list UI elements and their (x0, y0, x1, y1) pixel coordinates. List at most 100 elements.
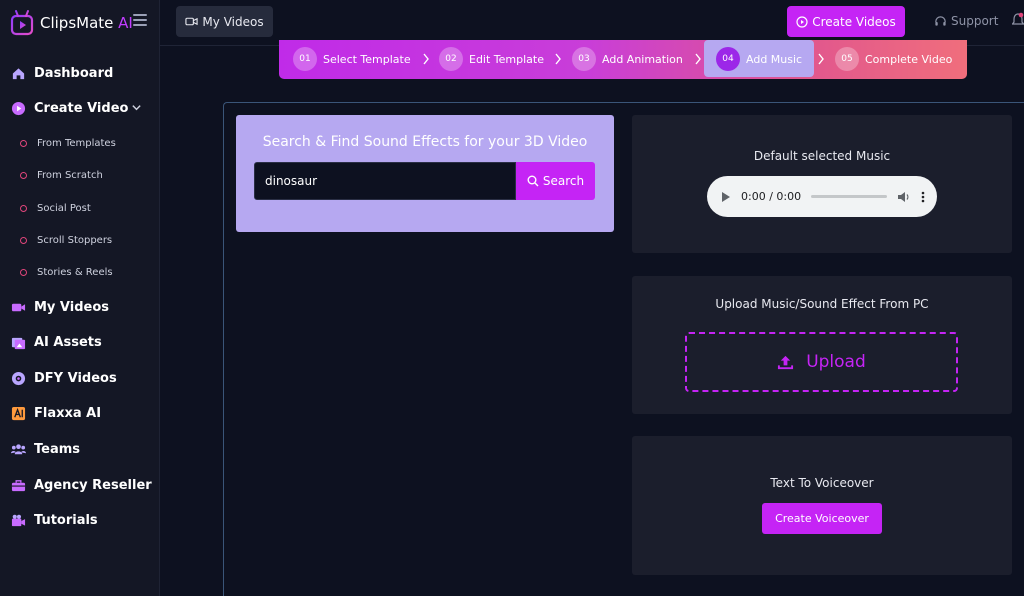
chevron-right-icon (555, 53, 561, 65)
play-circle-icon (796, 15, 808, 28)
sidebar-subitem-label: Social Post (37, 203, 91, 214)
create-voiceover-button[interactable]: Create Voiceover (762, 503, 882, 534)
bullet-icon (20, 269, 27, 276)
more-options-icon[interactable] (921, 191, 925, 203)
step-label: Edit Template (469, 52, 544, 66)
sidebar-subitem-stories-reels[interactable]: Stories & Reels (20, 267, 113, 278)
sidebar-subitem-label: From Scratch (37, 170, 103, 181)
default-music-title: Default selected Music (753, 149, 891, 163)
video-camera-icon (185, 17, 199, 26)
headset-icon (935, 15, 946, 26)
sidebar-item-label: Flaxxa AI (34, 406, 102, 421)
assets-icon (11, 337, 26, 350)
upload-label: Upload (806, 352, 866, 372)
step-add-animation[interactable]: 03 Add Animation (572, 47, 683, 71)
chevron-down-icon (132, 105, 141, 111)
home-icon (12, 68, 25, 80)
sidebar-item-label: Tutorials (34, 513, 98, 528)
audio-time: 0:00 / 0:00 (741, 190, 802, 203)
tutorials-icon (11, 514, 26, 527)
audio-seek-bar[interactable] (811, 195, 887, 198)
sidebar-item-label: DFY Videos (34, 371, 117, 386)
search-button[interactable]: Search (516, 162, 595, 200)
sidebar-item-agency-reseller[interactable]: Agency Reseller (11, 478, 152, 493)
sidebar-subitem-social-post[interactable]: Social Post (20, 203, 91, 214)
sidebar-item-teams[interactable]: Teams (11, 442, 80, 457)
sidebar: ClipsMate AI Dashboard Create Video From… (0, 0, 160, 596)
volume-icon[interactable] (897, 191, 911, 203)
step-number: 01 (293, 47, 317, 71)
play-circle-icon (11, 101, 26, 116)
voiceover-card: Text To Voiceover Create Voiceover (632, 436, 1012, 575)
sidebar-item-label: Teams (34, 442, 81, 457)
sidebar-subitem-scroll-stoppers[interactable]: Scroll Stoppers (20, 235, 112, 246)
progress-stepper: 01 Select Template 02 Edit Template 03 A… (279, 40, 967, 79)
search-button-label: Search (542, 174, 585, 188)
bullet-icon (20, 205, 27, 212)
chevron-right-icon (818, 53, 824, 65)
sound-search-input[interactable] (254, 162, 516, 200)
support-label: Support (951, 14, 999, 28)
step-label: Add Music (746, 52, 803, 66)
sidebar-item-label: Create Video (34, 101, 129, 116)
step-complete-video[interactable]: 05 Complete Video (835, 47, 952, 71)
sidebar-item-label: Dashboard (34, 66, 114, 81)
step-number: 03 (572, 47, 596, 71)
create-videos-label: Create Videos (812, 14, 896, 29)
sidebar-subitem-from-templates[interactable]: From Templates (20, 138, 116, 149)
step-number: 05 (835, 47, 859, 71)
chevron-right-icon (423, 53, 429, 65)
video-camera-icon (11, 303, 26, 312)
create-videos-button[interactable]: Create Videos (787, 6, 905, 37)
brand-name: ClipsMate AI (40, 14, 133, 32)
briefcase-icon (11, 480, 26, 492)
chevron-right-icon (695, 53, 701, 65)
bullet-icon (20, 237, 27, 244)
voiceover-title: Text To Voiceover (770, 476, 874, 490)
play-icon[interactable] (721, 191, 731, 203)
menu-toggle-icon[interactable] (133, 14, 147, 26)
sidebar-item-ai-assets[interactable]: AI Assets (11, 335, 102, 350)
upload-music-card: Upload Music/Sound Effect From PC Upload (632, 276, 1012, 414)
sidebar-item-flaxxa-ai[interactable]: Flaxxa AI (11, 406, 101, 421)
sidebar-item-tutorials[interactable]: Tutorials (11, 513, 98, 528)
search-title: Search & Find Sound Effects for your 3D … (262, 134, 588, 150)
sidebar-item-create-video[interactable]: Create Video (11, 101, 141, 116)
sidebar-item-label: AI Assets (34, 335, 102, 350)
step-label: Complete Video (865, 52, 953, 66)
bullet-icon (20, 172, 27, 179)
clipsmate-logo-icon (10, 10, 34, 36)
audio-player[interactable]: 0:00 / 0:00 (707, 176, 937, 217)
top-my-videos-label: My Videos (202, 14, 264, 29)
default-music-card: Default selected Music 0:00 / 0:00 (632, 115, 1012, 253)
sidebar-subitem-label: Scroll Stoppers (37, 235, 113, 246)
flaxxa-ai-icon (11, 406, 26, 421)
support-link[interactable]: Support (934, 14, 998, 28)
sidebar-subitem-from-scratch[interactable]: From Scratch (20, 170, 103, 181)
upload-button[interactable]: Upload (685, 332, 958, 392)
top-my-videos-button[interactable]: My Videos (176, 6, 273, 37)
search-icon (527, 175, 539, 187)
create-voiceover-label: Create Voiceover (775, 512, 869, 525)
upload-icon (778, 355, 794, 369)
bell-icon[interactable] (1012, 12, 1024, 28)
step-label: Select Template (323, 52, 411, 66)
upload-title: Upload Music/Sound Effect From PC (715, 297, 929, 311)
step-edit-template[interactable]: 02 Edit Template (439, 47, 544, 71)
step-add-music[interactable]: 04 Add Music (716, 47, 802, 71)
sidebar-item-label: Agency Reseller (34, 478, 152, 493)
sidebar-item-dashboard[interactable]: Dashboard (11, 66, 113, 81)
sidebar-subitem-label: Stories & Reels (37, 267, 113, 278)
dfy-icon (11, 371, 26, 386)
step-select-template[interactable]: 01 Select Template (293, 47, 411, 71)
sidebar-item-my-videos[interactable]: My Videos (11, 300, 109, 315)
brand-logo[interactable]: ClipsMate AI (10, 9, 133, 37)
sidebar-subitem-label: From Templates (37, 138, 116, 149)
bullet-icon (20, 140, 27, 147)
step-number: 02 (439, 47, 463, 71)
sidebar-item-label: My Videos (34, 300, 110, 315)
step-number: 04 (716, 47, 740, 71)
step-label: Add Animation (602, 52, 683, 66)
sound-search-card: Search & Find Sound Effects for your 3D … (236, 115, 614, 232)
sidebar-item-dfy-videos[interactable]: DFY Videos (11, 371, 117, 386)
